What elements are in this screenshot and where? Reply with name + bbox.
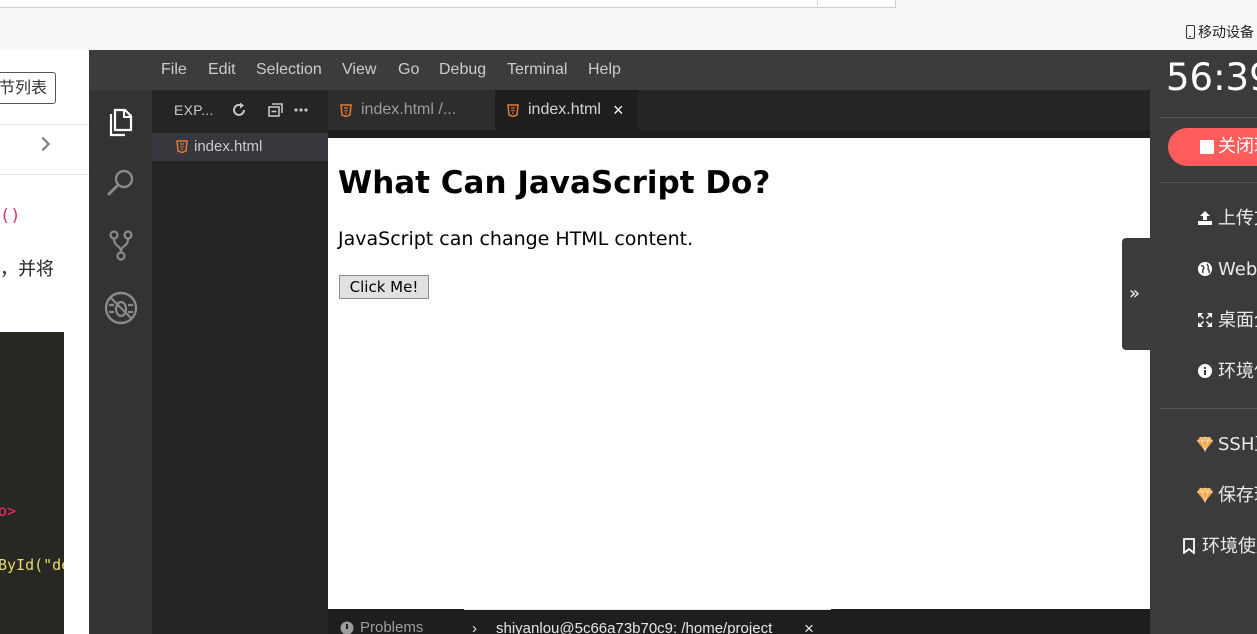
preview-heading: What Can JavaScript Do?	[338, 165, 771, 201]
editor-strip	[328, 130, 1150, 138]
menu-debug[interactable]: Debug	[439, 50, 486, 90]
right-control-panel: 56:39 关闭环 上传文 Web服 桌面全 环境信 SSH直 保存环	[1150, 50, 1257, 634]
problems-label: Problems	[360, 619, 424, 634]
stop-icon	[1200, 140, 1214, 154]
address-bar[interactable]	[0, 0, 896, 8]
activity-bar	[89, 90, 152, 634]
menu-selection[interactable]: Selection	[256, 50, 322, 90]
search-icon[interactable]	[103, 165, 139, 201]
doc-code-block: o> ById("de	[0, 332, 64, 634]
tab-index-html-1[interactable]: index.html /...	[328, 90, 495, 130]
item-label: 上传文	[1218, 208, 1257, 229]
html-preview: What Can JavaScript Do? JavaScript can c…	[328, 138, 1150, 609]
html5-file-icon	[176, 140, 188, 153]
desktop-fullscreen-item[interactable]: 桌面全	[1196, 306, 1257, 336]
explorer-sidebar: EXP... index.html	[152, 90, 328, 634]
click-me-button[interactable]: Click Me!	[339, 275, 429, 299]
chevron-right-icon: ›	[472, 620, 477, 634]
item-label: 环境信	[1218, 361, 1257, 382]
html5-file-icon	[340, 104, 352, 117]
terminal-tab[interactable]: › shiyanlou@5c66a73b70c9: /home/project …	[464, 609, 831, 634]
html5-file-icon	[507, 104, 519, 117]
refresh-icon[interactable]	[230, 101, 248, 119]
doc-code-fragment: ()	[0, 206, 21, 226]
environment-usage-item[interactable]: 环境使用	[1180, 532, 1257, 562]
chevron-right-icon[interactable]	[35, 136, 51, 152]
bookmark-icon	[1180, 532, 1198, 562]
menu-help[interactable]: Help	[588, 50, 621, 90]
info-circle-icon	[340, 621, 354, 634]
menu-go[interactable]: Go	[398, 50, 419, 90]
chapter-list-button[interactable]: 节列表	[0, 72, 56, 104]
info-icon	[1196, 357, 1214, 387]
mobile-device-label: 移动设备	[1198, 24, 1254, 40]
gem-icon	[1196, 430, 1214, 460]
item-label: Web服	[1218, 259, 1257, 280]
editor-tab-bar: index.html /... index.html ×	[328, 90, 1150, 130]
save-environment-item[interactable]: 保存环	[1196, 481, 1257, 511]
explorer-file-label: index.html	[194, 138, 263, 155]
code-line: o>	[0, 502, 16, 520]
gem-icon	[1196, 481, 1214, 511]
double-chevron-right-icon: »	[1129, 283, 1141, 304]
left-doc-panel: 节列表 () ，并将 o> ById("de	[0, 50, 89, 634]
globe-icon	[1196, 255, 1214, 285]
web-service-item[interactable]: Web服	[1196, 255, 1257, 285]
divider	[1160, 117, 1257, 118]
close-env-label: 关闭环	[1218, 136, 1257, 157]
expand-icon	[1196, 306, 1214, 336]
explorer-title: EXP...	[174, 102, 214, 118]
terminal-close-icon[interactable]: ×	[804, 610, 814, 634]
mobile-device-button[interactable]: 移动设备	[1186, 22, 1254, 42]
ssh-direct-item[interactable]: SSH直	[1196, 430, 1257, 460]
divider	[1160, 182, 1257, 183]
tab-label: index.html	[528, 101, 601, 118]
environment-info-item[interactable]: 环境信	[1196, 357, 1257, 387]
menu-view[interactable]: View	[342, 50, 376, 90]
doc-text-fragment: ，并将	[0, 259, 54, 280]
tab-close-icon[interactable]: ×	[613, 90, 624, 130]
more-actions-icon[interactable]	[292, 101, 310, 119]
collapse-panel-button[interactable]: »	[1122, 238, 1150, 350]
source-control-icon[interactable]	[103, 227, 139, 263]
upload-file-item[interactable]: 上传文	[1196, 204, 1257, 234]
terminal-label: shiyanlou@5c66a73b70c9: /home/project	[496, 620, 773, 634]
bottom-panel-tabs: Problems › shiyanlou@5c66a73b70c9: /home…	[328, 609, 1150, 634]
preview-paragraph: JavaScript can change HTML content.	[338, 228, 694, 250]
debug-icon[interactable]	[103, 290, 139, 326]
item-label: 保存环	[1218, 485, 1257, 506]
code-line: ById("de	[0, 556, 64, 574]
tab-label: index.html /...	[361, 101, 457, 118]
upload-icon	[1196, 204, 1214, 234]
phone-icon	[1186, 25, 1195, 39]
menu-edit[interactable]: Edit	[208, 50, 236, 90]
divider	[0, 174, 89, 175]
menu-terminal[interactable]: Terminal	[507, 50, 567, 90]
collapse-all-icon[interactable]	[266, 101, 284, 119]
vscode-window: File Edit Selection View Go Debug Termin…	[89, 50, 1150, 634]
item-label: SSH直	[1218, 434, 1257, 455]
divider	[0, 124, 89, 125]
explorer-files-icon[interactable]	[103, 104, 139, 140]
item-label: 桌面全	[1218, 310, 1257, 331]
code-line-tag: o>	[0, 502, 17, 520]
browser-top-bar: 移动设备	[0, 0, 1257, 50]
item-label: 环境使用	[1202, 536, 1257, 557]
close-environment-button[interactable]: 关闭环	[1168, 128, 1257, 166]
tab-index-html-2[interactable]: index.html ×	[495, 90, 638, 130]
explorer-file-item[interactable]: index.html	[152, 133, 328, 161]
session-timer: 56:39	[1166, 56, 1257, 99]
menu-bar: File Edit Selection View Go Debug Termin…	[89, 50, 1150, 90]
menu-file[interactable]: File	[161, 50, 187, 90]
divider	[1160, 408, 1257, 409]
